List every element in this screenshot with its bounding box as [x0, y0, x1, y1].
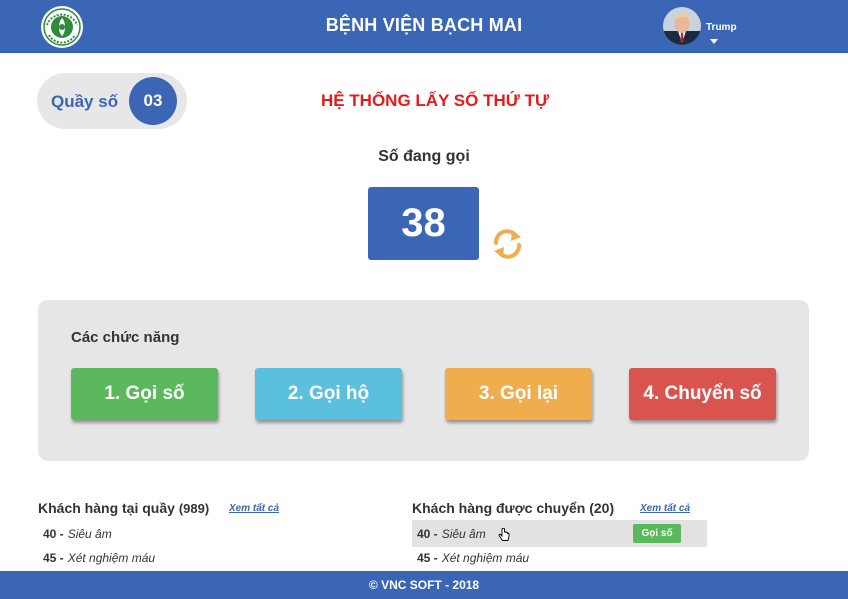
calling-label: Số đang gọi	[378, 148, 470, 165]
calling-number: 38	[368, 187, 479, 260]
transferred-see-all-link[interactable]: Xem tất cả	[640, 503, 690, 514]
user-name: Trump	[706, 22, 737, 33]
queue-list-title: Khách hàng tại quầy (989)	[38, 500, 209, 516]
counter-number: 03	[129, 77, 177, 125]
item-service: Siêu âm	[67, 526, 112, 541]
system-title: HỆ THỐNG LẤY SỐ THỨ TỰ	[320, 91, 550, 110]
chevron-down-icon[interactable]	[710, 39, 718, 44]
transferred-list-title: Khách hàng được chuyển (20)	[412, 500, 614, 516]
functions-label: Các chức năng	[71, 329, 180, 346]
refresh-icon[interactable]	[491, 228, 524, 260]
user-avatar	[663, 7, 701, 45]
item-service: Xét nghiệm máu	[441, 550, 530, 565]
list-item[interactable]: 40 - Siêu âm	[38, 520, 338, 547]
recall-button[interactable]: 3. Gọi lại	[445, 368, 592, 420]
call-on-behalf-button[interactable]: 2. Gọi hộ	[255, 368, 402, 420]
transfer-number-button[interactable]: 4. Chuyển số	[629, 368, 776, 420]
counter-badge: Quầy số 03	[37, 73, 187, 129]
queue-list-title-text: Khách hàng tại quầy	[38, 500, 175, 516]
item-service: Siêu âm	[441, 526, 486, 541]
footer: © VNC SOFT - 2018	[0, 571, 848, 599]
queue-list-count: (989)	[178, 501, 210, 516]
list-item[interactable]: 40 - Siêu âm Gọi số	[412, 520, 707, 547]
hand-cursor-icon	[498, 527, 510, 542]
item-number: 45 -	[417, 550, 438, 565]
item-number: 45 -	[43, 550, 64, 565]
item-service: Xét nghiệm máu	[67, 550, 156, 565]
counter-label: Quầy số	[51, 92, 119, 111]
user-menu[interactable]: Trump	[663, 7, 737, 47]
queue-see-all-link[interactable]: Xem tất cả	[229, 503, 279, 514]
list-item[interactable]: 45 - Xét nghiệm máu	[38, 544, 338, 571]
transferred-list-count: (20)	[589, 500, 615, 516]
call-number-button[interactable]: 1. Gọi số	[71, 368, 218, 420]
header-bar: BỆNH VIỆN BẠCH MAI Trump	[0, 0, 848, 53]
item-number: 40 -	[417, 526, 438, 541]
row-call-button[interactable]: Gọi số	[633, 524, 681, 543]
functions-panel: Các chức năng 1. Gọi số 2. Gọi hộ 3. Gọi…	[38, 300, 809, 461]
list-item[interactable]: 45 - Xét nghiệm máu	[412, 544, 707, 571]
item-number: 40 -	[43, 526, 64, 541]
transferred-list-title-text: Khách hàng được chuyển	[412, 500, 586, 516]
